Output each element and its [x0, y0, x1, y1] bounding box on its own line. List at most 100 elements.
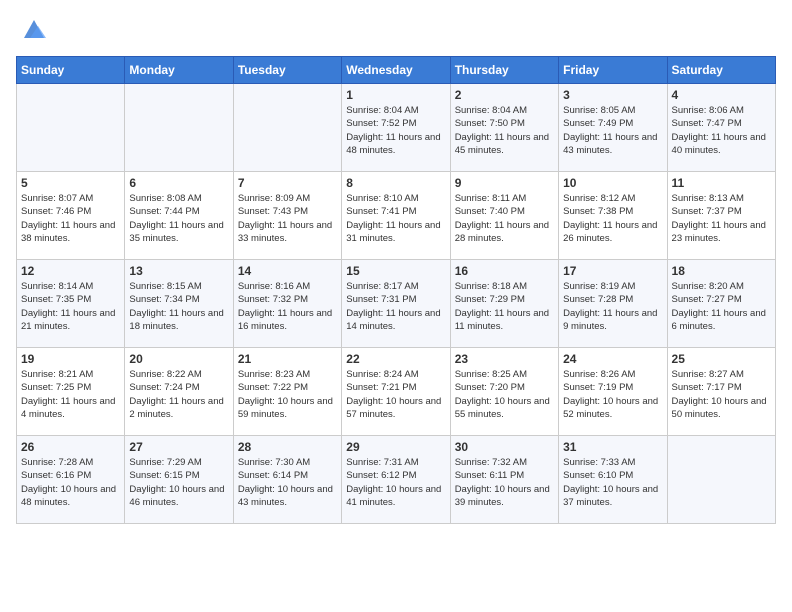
- page-header: [16, 16, 776, 44]
- calendar-header-saturday: Saturday: [667, 57, 775, 84]
- calendar-cell: 24 Sunrise: 8:26 AM Sunset: 7:19 PM Dayli…: [559, 348, 667, 436]
- calendar-header-wednesday: Wednesday: [342, 57, 450, 84]
- day-info: Sunrise: 8:20 AM Sunset: 7:27 PM Dayligh…: [672, 280, 771, 333]
- calendar-cell: 11 Sunrise: 8:13 AM Sunset: 7:37 PM Dayli…: [667, 172, 775, 260]
- day-info: Sunrise: 8:18 AM Sunset: 7:29 PM Dayligh…: [455, 280, 554, 333]
- calendar-cell: 9Sunrise: 8:11 AM Sunset: 7:40 PM Daylig…: [450, 172, 558, 260]
- day-number: 17: [563, 264, 662, 278]
- day-info: Sunrise: 8:15 AM Sunset: 7:34 PM Dayligh…: [129, 280, 228, 333]
- day-info: Sunrise: 8:27 AM Sunset: 7:17 PM Dayligh…: [672, 368, 771, 421]
- day-info: Sunrise: 8:22 AM Sunset: 7:24 PM Dayligh…: [129, 368, 228, 421]
- calendar-header-sunday: Sunday: [17, 57, 125, 84]
- calendar-cell: 13 Sunrise: 8:15 AM Sunset: 7:34 PM Dayli…: [125, 260, 233, 348]
- day-info: Sunrise: 7:29 AM Sunset: 6:15 PM Dayligh…: [129, 456, 228, 509]
- day-info: Sunrise: 8:16 AM Sunset: 7:32 PM Dayligh…: [238, 280, 337, 333]
- day-info: Sunrise: 8:19 AM Sunset: 7:28 PM Dayligh…: [563, 280, 662, 333]
- day-number: 11: [672, 176, 771, 190]
- calendar-cell: 1 Sunrise: 8:04 AM Sunset: 7:52 PM Daylig…: [342, 84, 450, 172]
- day-number: 14: [238, 264, 337, 278]
- day-info: Sunrise: 8:14 AM Sunset: 7:35 PM Dayligh…: [21, 280, 120, 333]
- day-number: 20: [129, 352, 228, 366]
- calendar-cell: 17 Sunrise: 8:19 AM Sunset: 7:28 PM Dayli…: [559, 260, 667, 348]
- day-number: 10: [563, 176, 662, 190]
- calendar-cell: 23Sunrise: 8:25 AM Sunset: 7:20 PM Dayli…: [450, 348, 558, 436]
- day-number: 4: [672, 88, 771, 102]
- day-number: 30: [455, 440, 554, 454]
- calendar-cell: 5 Sunrise: 8:07 AM Sunset: 7:46 PM Daylig…: [17, 172, 125, 260]
- day-info: Sunrise: 8:26 AM Sunset: 7:19 PM Dayligh…: [563, 368, 662, 421]
- calendar-cell: 15 Sunrise: 8:17 AM Sunset: 7:31 PM Dayli…: [342, 260, 450, 348]
- day-number: 26: [21, 440, 120, 454]
- day-number: 5: [21, 176, 120, 190]
- calendar-cell: 4 Sunrise: 8:06 AM Sunset: 7:47 PM Daylig…: [667, 84, 775, 172]
- day-number: 29: [346, 440, 445, 454]
- day-info: Sunrise: 7:28 AM Sunset: 6:16 PM Dayligh…: [21, 456, 120, 509]
- calendar-header-row: SundayMondayTuesdayWednesdayThursdayFrid…: [17, 57, 776, 84]
- calendar-cell: [17, 84, 125, 172]
- day-number: 22: [346, 352, 445, 366]
- calendar-week-row: 1 Sunrise: 8:04 AM Sunset: 7:52 PM Daylig…: [17, 84, 776, 172]
- day-number: 31: [563, 440, 662, 454]
- day-info: Sunrise: 8:23 AM Sunset: 7:22 PM Dayligh…: [238, 368, 337, 421]
- day-number: 6: [129, 176, 228, 190]
- calendar-header-tuesday: Tuesday: [233, 57, 341, 84]
- calendar-cell: 6Sunrise: 8:08 AM Sunset: 7:44 PM Daylig…: [125, 172, 233, 260]
- calendar-cell: [667, 436, 775, 524]
- day-number: 2: [455, 88, 554, 102]
- calendar-week-row: 5 Sunrise: 8:07 AM Sunset: 7:46 PM Daylig…: [17, 172, 776, 260]
- day-number: 15: [346, 264, 445, 278]
- day-number: 12: [21, 264, 120, 278]
- day-info: Sunrise: 8:06 AM Sunset: 7:47 PM Dayligh…: [672, 104, 771, 157]
- day-info: Sunrise: 8:17 AM Sunset: 7:31 PM Dayligh…: [346, 280, 445, 333]
- day-info: Sunrise: 7:30 AM Sunset: 6:14 PM Dayligh…: [238, 456, 337, 509]
- day-info: Sunrise: 7:33 AM Sunset: 6:10 PM Dayligh…: [563, 456, 662, 509]
- calendar-table: SundayMondayTuesdayWednesdayThursdayFrid…: [16, 56, 776, 524]
- calendar-cell: 25 Sunrise: 8:27 AM Sunset: 7:17 PM Dayli…: [667, 348, 775, 436]
- calendar-cell: 12 Sunrise: 8:14 AM Sunset: 7:35 PM Dayli…: [17, 260, 125, 348]
- day-number: 1: [346, 88, 445, 102]
- day-info: Sunrise: 8:04 AM Sunset: 7:52 PM Dayligh…: [346, 104, 445, 157]
- calendar-cell: 22 Sunrise: 8:24 AM Sunset: 7:21 PM Dayli…: [342, 348, 450, 436]
- day-info: Sunrise: 8:05 AM Sunset: 7:49 PM Dayligh…: [563, 104, 662, 157]
- day-info: Sunrise: 8:09 AM Sunset: 7:43 PM Dayligh…: [238, 192, 337, 245]
- day-number: 19: [21, 352, 120, 366]
- calendar-cell: [125, 84, 233, 172]
- calendar-cell: 21 Sunrise: 8:23 AM Sunset: 7:22 PM Dayli…: [233, 348, 341, 436]
- day-number: 16: [455, 264, 554, 278]
- day-info: Sunrise: 8:07 AM Sunset: 7:46 PM Dayligh…: [21, 192, 120, 245]
- calendar-cell: [233, 84, 341, 172]
- day-info: Sunrise: 8:04 AM Sunset: 7:50 PM Dayligh…: [455, 104, 554, 157]
- day-number: 24: [563, 352, 662, 366]
- calendar-cell: 31 Sunrise: 7:33 AM Sunset: 6:10 PM Dayli…: [559, 436, 667, 524]
- calendar-header-friday: Friday: [559, 57, 667, 84]
- day-info: Sunrise: 8:10 AM Sunset: 7:41 PM Dayligh…: [346, 192, 445, 245]
- day-number: 13: [129, 264, 228, 278]
- calendar-cell: 7Sunrise: 8:09 AM Sunset: 7:43 PM Daylig…: [233, 172, 341, 260]
- calendar-week-row: 26 Sunrise: 7:28 AM Sunset: 6:16 PM Dayli…: [17, 436, 776, 524]
- calendar-cell: 28Sunrise: 7:30 AM Sunset: 6:14 PM Dayli…: [233, 436, 341, 524]
- day-number: 21: [238, 352, 337, 366]
- calendar-cell: 3Sunrise: 8:05 AM Sunset: 7:49 PM Daylig…: [559, 84, 667, 172]
- day-info: Sunrise: 8:21 AM Sunset: 7:25 PM Dayligh…: [21, 368, 120, 421]
- day-info: Sunrise: 8:13 AM Sunset: 7:37 PM Dayligh…: [672, 192, 771, 245]
- calendar-week-row: 19 Sunrise: 8:21 AM Sunset: 7:25 PM Dayli…: [17, 348, 776, 436]
- calendar-header-monday: Monday: [125, 57, 233, 84]
- day-number: 25: [672, 352, 771, 366]
- day-number: 18: [672, 264, 771, 278]
- day-info: Sunrise: 8:24 AM Sunset: 7:21 PM Dayligh…: [346, 368, 445, 421]
- day-info: Sunrise: 8:11 AM Sunset: 7:40 PM Dayligh…: [455, 192, 554, 245]
- day-number: 27: [129, 440, 228, 454]
- calendar-header-thursday: Thursday: [450, 57, 558, 84]
- calendar-cell: 26 Sunrise: 7:28 AM Sunset: 6:16 PM Dayli…: [17, 436, 125, 524]
- logo: [16, 16, 48, 44]
- calendar-cell: 30 Sunrise: 7:32 AM Sunset: 6:11 PM Dayli…: [450, 436, 558, 524]
- day-number: 23: [455, 352, 554, 366]
- calendar-week-row: 12 Sunrise: 8:14 AM Sunset: 7:35 PM Dayli…: [17, 260, 776, 348]
- calendar-cell: 19 Sunrise: 8:21 AM Sunset: 7:25 PM Dayli…: [17, 348, 125, 436]
- calendar-cell: 2 Sunrise: 8:04 AM Sunset: 7:50 PM Daylig…: [450, 84, 558, 172]
- day-number: 8: [346, 176, 445, 190]
- day-info: Sunrise: 7:32 AM Sunset: 6:11 PM Dayligh…: [455, 456, 554, 509]
- logo-icon: [20, 16, 48, 44]
- day-info: Sunrise: 7:31 AM Sunset: 6:12 PM Dayligh…: [346, 456, 445, 509]
- calendar-cell: 16 Sunrise: 8:18 AM Sunset: 7:29 PM Dayli…: [450, 260, 558, 348]
